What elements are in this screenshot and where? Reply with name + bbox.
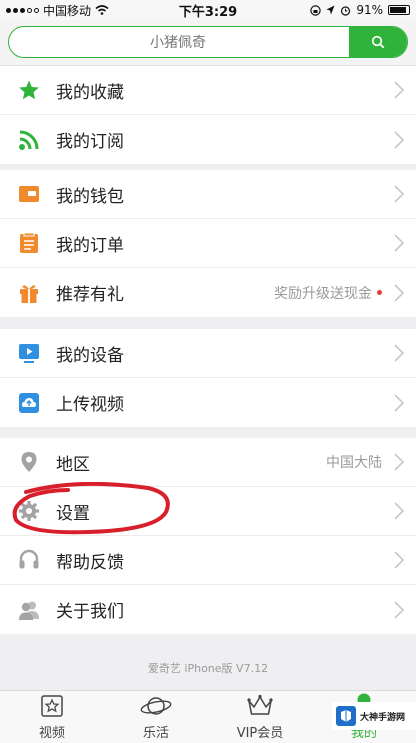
tab-label: 视频 <box>38 726 65 741</box>
wifi-icon <box>95 5 109 15</box>
tab-label: VIP会员 <box>236 726 284 741</box>
menu-item-devices[interactable]: 我的设备 <box>0 329 416 378</box>
signal-icon <box>6 7 39 13</box>
location-icon <box>18 451 40 473</box>
menu-item-orders[interactable]: 我的订单 <box>0 219 416 268</box>
crown-icon <box>245 691 275 721</box>
status-time: 下午3:29 <box>178 4 238 20</box>
chevron-right-icon <box>394 453 405 471</box>
chevron-right-icon <box>394 551 405 569</box>
status-bar: 中国移动 下午3:29 91% <box>0 0 416 20</box>
menu-group-collections: 我的收藏 我的订阅 <box>0 66 416 164</box>
chevron-right-icon <box>394 81 405 99</box>
watermark-logo <box>336 706 356 726</box>
status-left: 中国移动 <box>6 2 156 19</box>
referral-promo-text: 奖励升级送现金 <box>274 285 372 302</box>
search-button[interactable] <box>349 27 407 57</box>
notification-dot <box>377 290 382 295</box>
menu-item-upload[interactable]: 上传视频 <box>0 378 416 427</box>
menu-item-wallet[interactable]: 我的钱包 <box>0 170 416 219</box>
gift-icon <box>18 282 40 304</box>
menu-item-label: 设置 <box>56 503 90 524</box>
device-icon <box>18 342 40 364</box>
menu-item-label: 我的设备 <box>56 345 124 366</box>
referral-promo: 奖励升级送现金 <box>274 283 382 303</box>
menu-item-label: 我的订单 <box>56 235 124 256</box>
tab-label: 乐活 <box>142 726 169 741</box>
watermark: 大神手游网 <box>332 702 416 730</box>
chevron-right-icon <box>394 502 405 520</box>
chevron-right-icon <box>394 185 405 203</box>
chevron-right-icon <box>394 344 405 362</box>
menu-item-label: 我的收藏 <box>56 82 124 103</box>
menu-item-label: 地区 <box>56 454 90 475</box>
menu-item-label: 我的钱包 <box>56 186 124 207</box>
menu-group-devices: 我的设备 上传视频 <box>0 329 416 427</box>
menu-group-general: 地区 中国大陆 设置 帮助反馈 关于我们 <box>0 438 416 634</box>
headset-icon <box>18 549 40 571</box>
status-right: 91% <box>260 3 410 17</box>
search-header: 小猪佩奇 <box>0 20 416 66</box>
menu-item-referral[interactable]: 推荐有礼 奖励升级送现金 <box>0 268 416 317</box>
menu-item-label: 帮助反馈 <box>56 552 124 573</box>
search-icon <box>371 35 385 49</box>
region-value: 中国大陆 <box>326 455 382 471</box>
chevron-right-icon <box>394 234 405 252</box>
menu-item-subscriptions[interactable]: 我的订阅 <box>0 115 416 164</box>
battery-percent: 91% <box>356 3 383 17</box>
chevron-right-icon <box>394 600 405 619</box>
planet-icon <box>139 691 173 721</box>
version-text: 爱奇艺 iPhone版 V7.12 <box>147 662 269 675</box>
wallet-icon <box>18 183 40 205</box>
users-icon <box>18 599 40 621</box>
watermark-text: 大神手游网 <box>360 712 406 723</box>
chevron-right-icon <box>394 130 405 149</box>
tab-vip[interactable]: VIP会员 <box>208 691 312 743</box>
menu-item-label: 上传视频 <box>56 395 124 415</box>
search-input[interactable]: 小猪佩奇 <box>8 26 408 58</box>
search-placeholder: 小猪佩奇 <box>150 35 206 51</box>
battery-icon <box>388 5 410 15</box>
chevron-right-icon <box>394 393 405 412</box>
menu-item-about[interactable]: 关于我们 <box>0 585 416 634</box>
chevron-right-icon <box>394 283 405 302</box>
menu-item-label: 推荐有礼 <box>56 285 124 305</box>
menu-group-account: 我的钱包 我的订单 推荐有礼 奖励升级送现金 <box>0 170 416 317</box>
lock-rotation-icon <box>310 4 322 16</box>
alarm-icon <box>341 5 351 16</box>
gear-icon <box>18 500 40 522</box>
tab-video[interactable]: 视频 <box>0 691 104 743</box>
menu-item-label: 我的订阅 <box>56 132 124 152</box>
upload-icon <box>18 392 40 414</box>
menu-item-settings[interactable]: 设置 <box>0 487 416 536</box>
menu-item-region[interactable]: 地区 中国大陆 <box>0 438 416 487</box>
carrier-label: 中国移动 <box>43 3 92 18</box>
location-arrow-icon <box>326 5 335 15</box>
menu-item-help[interactable]: 帮助反馈 <box>0 536 416 585</box>
order-icon <box>18 232 40 254</box>
video-icon <box>39 691 65 721</box>
star-icon <box>18 79 40 101</box>
rss-icon <box>18 129 40 151</box>
tab-lehuo[interactable]: 乐活 <box>104 691 208 743</box>
menu-item-favorites[interactable]: 我的收藏 <box>0 66 416 115</box>
menu-item-label: 关于我们 <box>56 602 124 622</box>
